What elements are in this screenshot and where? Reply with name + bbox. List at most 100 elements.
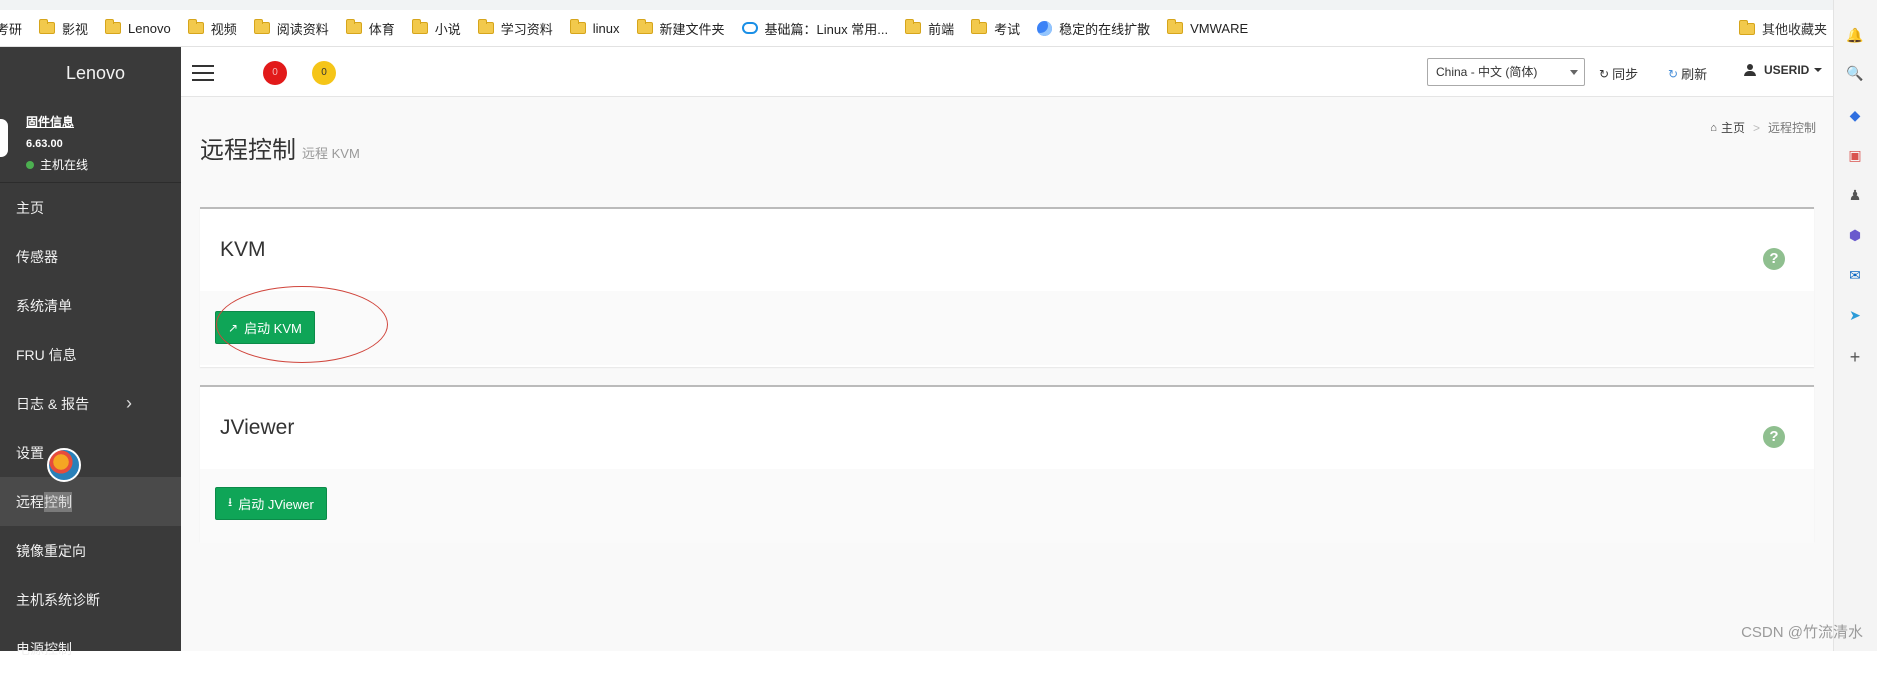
bookmark-label: 新建文件夹 (660, 19, 725, 38)
bookmark-folder[interactable]: 前端 (905, 19, 954, 38)
copilot-icon[interactable]: ⬢ (1846, 226, 1864, 244)
bookmark-folder[interactable]: 其他收藏夹 (1739, 19, 1827, 38)
top-header: 0 0 China - 中文 (简体) ↻同步 ↻刷新 USERID (181, 47, 1833, 97)
breadcrumb-home-link[interactable]: 主页 (1721, 119, 1745, 136)
bookmark-folder[interactable]: 阅读资料 (254, 19, 329, 38)
outlook-icon[interactable]: ✉ (1846, 266, 1864, 284)
sidebar-item-sensors[interactable]: 传感器 (0, 232, 181, 281)
bookmark-label: 其他收藏夹 (1762, 19, 1827, 38)
bell-icon[interactable]: 🔔 (1846, 26, 1864, 44)
bookmark-folder[interactable]: 体育 (346, 19, 395, 38)
sidebar-item-inventory[interactable]: 系统清单 (0, 281, 181, 330)
bookmark-folder[interactable]: 小说 (412, 19, 461, 38)
home-icon: ⌂ (1710, 122, 1717, 134)
jviewer-heading: JViewer (220, 416, 294, 440)
firmware-info-link[interactable]: 固件信息 (26, 113, 181, 130)
bookmark-folder[interactable]: linux (570, 21, 620, 36)
sidebar-item-label-highlight: 控制 (44, 492, 72, 512)
firmware-panel: 固件信息 6.63.00 主机在线 (0, 99, 181, 183)
send-icon[interactable]: ➤ (1846, 306, 1864, 324)
kvm-panel-header: KVM? (200, 209, 1814, 291)
sidebar-item-power[interactable]: 电源控制 (0, 624, 181, 673)
toolbox-icon[interactable]: ▣ (1846, 146, 1864, 164)
sidebar-item-media-redirect[interactable]: 镜像重定向 (0, 526, 181, 575)
page-subtitle: 远程 KVM (302, 146, 360, 161)
refresh-icon: ↻ (1668, 67, 1678, 81)
bookmark-label: 体育 (369, 19, 395, 38)
bookmark-label: 考试 (994, 19, 1020, 38)
breadcrumb-current: 远程控制 (1768, 119, 1816, 136)
tag-icon[interactable]: ◆ (1846, 106, 1864, 124)
help-icon[interactable]: ? (1763, 426, 1785, 448)
folder-icon (570, 22, 586, 34)
sidebar-item-settings[interactable]: 设置 (0, 428, 181, 477)
bookmark-folder[interactable]: VMWARE (1167, 21, 1248, 36)
jviewer-panel: JViewer? ⭳启动 JViewer (200, 385, 1814, 541)
bookmark-label: linux (593, 21, 620, 36)
bookmark-folder[interactable]: 新建文件夹 (637, 19, 725, 38)
sidebar-item-home[interactable]: 主页 (0, 183, 181, 232)
bookmark-folder[interactable]: 视频 (188, 19, 237, 38)
jviewer-panel-body: ⭳启动 JViewer (200, 469, 1814, 543)
breadcrumb-separator: > (1753, 121, 1760, 135)
caret-down-icon (1814, 68, 1822, 72)
help-icon[interactable]: ? (1763, 248, 1785, 270)
kvm-panel-body: ↗启动 KVM (200, 291, 1814, 365)
sidebar: Lenovo 固件信息 6.63.00 主机在线 主页 传感器 系统清单 FRU… (0, 47, 181, 651)
chevron-right-icon: › (126, 393, 132, 414)
bookmark-folder[interactable]: 影视 (39, 19, 88, 38)
download-icon: ⭳ (228, 493, 232, 514)
menu-toggle-icon[interactable] (192, 65, 214, 81)
sync-icon: ↻ (1599, 67, 1609, 81)
sidebar-item-logs[interactable]: 日志 & 报告› (0, 379, 181, 428)
folder-icon (637, 22, 653, 34)
folder-icon (346, 22, 362, 34)
annotation-ellipse (216, 286, 388, 363)
sync-label: 同步 (1612, 64, 1638, 83)
bookmark-folder[interactable]: 考试 (971, 19, 1020, 38)
user-menu[interactable]: USERID (1744, 63, 1822, 77)
launch-jviewer-button[interactable]: ⭳启动 JViewer (215, 487, 327, 520)
bookmark-item[interactable]: 基础篇：Linux 常用... (742, 19, 889, 38)
sidebar-item-label: 主页 (16, 198, 44, 218)
add-icon[interactable]: + (1846, 348, 1864, 366)
bookmark-item[interactable]: 考研 (0, 19, 22, 38)
games-icon[interactable]: ♟ (1846, 186, 1864, 204)
bookmark-label: Lenovo (128, 21, 171, 36)
bookmark-folder[interactable]: 学习资料 (478, 19, 553, 38)
bookmark-folder[interactable]: Lenovo (105, 21, 171, 36)
folder-icon (905, 22, 921, 34)
bookmark-label: 学习资料 (501, 19, 553, 38)
bookmark-label: 阅读资料 (277, 19, 329, 38)
folder-icon (1739, 23, 1755, 35)
bookmark-item[interactable]: 稳定的在线扩散 (1037, 19, 1150, 38)
kvm-panel: KVM? ↗启动 KVM (200, 207, 1814, 367)
page-title-text: 远程控制 (200, 137, 296, 164)
error-count-badge[interactable]: 0 (263, 61, 287, 85)
bookmark-label: 基础篇：Linux 常用... (765, 19, 889, 38)
sidebar-item-diagnostics[interactable]: 主机系统诊断 (0, 575, 181, 624)
bookmark-label: 稳定的在线扩散 (1059, 19, 1150, 38)
user-avatar (0, 119, 8, 157)
search-icon[interactable]: 🔍 (1846, 64, 1864, 82)
refresh-button[interactable]: ↻刷新 (1668, 64, 1707, 83)
folder-icon (971, 22, 987, 34)
sidebar-item-fru[interactable]: FRU 信息 (0, 330, 181, 379)
sidebar-nav: 主页 传感器 系统清单 FRU 信息 日志 & 报告› 设置 远程控制 镜像重定… (0, 183, 181, 673)
sidebar-item-remote-control[interactable]: 远程控制 (0, 477, 181, 526)
bookmark-label: 前端 (928, 19, 954, 38)
floating-assistant-icon[interactable] (47, 448, 81, 482)
folder-icon (254, 22, 270, 34)
user-name: USERID (1764, 63, 1809, 77)
folder-icon (478, 22, 494, 34)
warning-count-badge[interactable]: 0 (312, 61, 336, 85)
dropdown-arrow-icon (1570, 70, 1578, 75)
sync-button[interactable]: ↻同步 (1599, 64, 1638, 83)
bookmarks-bar: 考研 影视 Lenovo 视频 阅读资料 体育 小说 学习资料 linux 新建… (0, 10, 1877, 47)
other-bookmarks[interactable]: 其他收藏夹 (1739, 10, 1827, 47)
bookmark-label: VMWARE (1190, 21, 1248, 36)
language-select[interactable]: China - 中文 (简体) (1427, 58, 1585, 86)
brand-logo[interactable]: Lenovo (0, 47, 181, 99)
folder-icon (39, 22, 55, 34)
folder-icon (188, 22, 204, 34)
